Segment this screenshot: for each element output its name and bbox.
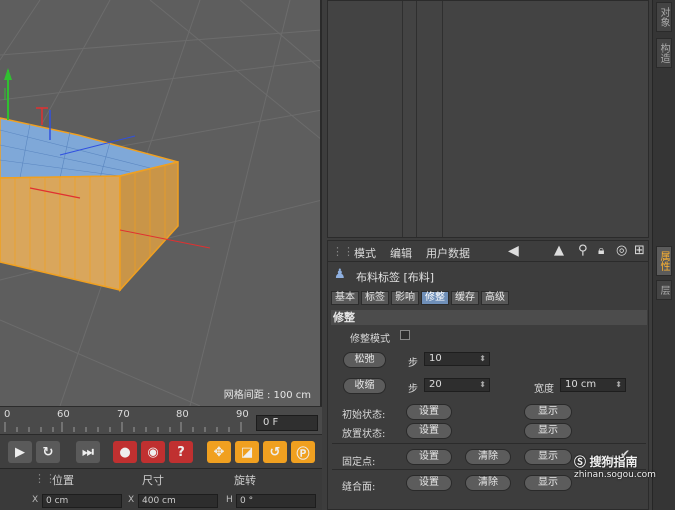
section-title: 修整 (331, 310, 647, 325)
init-set-button[interactable]: 设置 (406, 404, 452, 420)
coordinates-panel: ⋮⋮ 位置 尺寸 旋转 X 0 cm X 400 cm H 0 ° (0, 468, 322, 510)
tab-advanced[interactable]: 高级 (481, 291, 509, 305)
column-divider (402, 1, 403, 237)
fix-clear-button[interactable]: 清除 (465, 449, 511, 465)
relax-step-value: 10 (429, 353, 442, 364)
timeline-ruler[interactable]: 0 60 70 80 90 0 F (0, 406, 322, 434)
position-header: 位置 (52, 474, 74, 487)
tab-dresser[interactable]: 修整 (421, 291, 449, 305)
help-record-icon[interactable]: ? (169, 441, 193, 463)
go-to-end-icon[interactable]: ⏭ (76, 441, 100, 463)
rotate-key-icon[interactable]: ↺ (263, 441, 287, 463)
tick-label: 60 (57, 409, 70, 420)
h-axis-label: H (226, 495, 233, 505)
tab-influence[interactable]: 影响 (391, 291, 419, 305)
menu-mode[interactable]: 模式 (354, 245, 376, 261)
relax-button[interactable]: 松弛 (343, 352, 386, 368)
tab-layers[interactable]: 层 (656, 280, 672, 300)
transport-bar: ▶ ↻ ⏭ ● ◉ ? ✥ ◪ ↺ Ⓟ (0, 434, 322, 468)
fix-points-label: 固定点: (342, 457, 376, 468)
menu-edit[interactable]: 编辑 (390, 245, 412, 261)
spinner-icon[interactable]: ⬍ (615, 379, 622, 391)
watermark-brand: 搜狗指南 (589, 455, 638, 469)
rest-state-label: 放置状态: (342, 429, 386, 440)
tab-basic[interactable]: 基本 (331, 291, 359, 305)
grid-spacing-label: 网格间距 : 100 cm (220, 385, 314, 402)
relax-step-label: 步 (408, 358, 418, 369)
tick-label: 90 (236, 409, 249, 420)
width-value: 10 cm (565, 379, 597, 390)
rest-show-button[interactable]: 显示 (524, 423, 572, 439)
3d-viewport[interactable]: 网格间距 : 100 cm (0, 0, 322, 406)
grip-icon: ⋮⋮ (332, 245, 354, 258)
init-show-button[interactable]: 显示 (524, 404, 572, 420)
divider (332, 443, 646, 444)
pointer-up-icon[interactable]: ▲ (554, 243, 564, 258)
seam-show-button[interactable]: 显示 (524, 475, 572, 491)
shrink-step-field[interactable]: 20 ⬍ (424, 378, 490, 392)
fix-set-button[interactable]: 设置 (406, 449, 452, 465)
x-axis-label: X (128, 495, 135, 505)
column-divider (442, 1, 443, 237)
tab-cache[interactable]: 缓存 (451, 291, 479, 305)
x-size-field[interactable]: 400 cm (138, 494, 218, 508)
viewport-scene (0, 0, 320, 406)
back-arrow-icon[interactable]: ◀ (508, 243, 519, 259)
play-forward-icon[interactable]: ▶ (8, 441, 32, 463)
menu-user-data[interactable]: 用户数据 (426, 245, 470, 261)
rotation-header: 旋转 (234, 474, 256, 487)
width-field[interactable]: 10 cm ⬍ (560, 378, 626, 392)
dress-mode-checkbox[interactable] (400, 330, 410, 340)
side-tab-strip: 对象 构造 属性 层 (652, 0, 675, 510)
loop-icon[interactable]: ↻ (36, 441, 60, 463)
size-header: 尺寸 (142, 474, 164, 487)
relax-step-field[interactable]: 10 ⬍ (424, 352, 490, 366)
spinner-icon[interactable]: ⬍ (479, 379, 486, 391)
dress-mode-label: 修整模式 (350, 334, 390, 345)
shrink-button[interactable]: 收缩 (343, 378, 386, 394)
scale-key-icon[interactable]: ◪ (235, 441, 259, 463)
tick-label: 70 (117, 409, 130, 420)
rest-set-button[interactable]: 设置 (406, 423, 452, 439)
current-frame-field[interactable]: 0 F (256, 415, 318, 431)
object-manager[interactable] (327, 0, 649, 238)
seam-label: 缝合面: (342, 482, 376, 493)
width-label: 宽度 (534, 384, 554, 395)
autokey-icon[interactable]: ◉ (141, 441, 165, 463)
fix-show-button[interactable]: 显示 (524, 449, 572, 465)
tab-structure[interactable]: 构造 (656, 38, 672, 68)
timeline-ticks (4, 422, 242, 432)
watermark: Ⓢ 搜狗指南 zhinan.sogou.com (574, 453, 656, 480)
x-axis-label: X (32, 495, 39, 505)
h-rotation-field[interactable]: 0 ° (236, 494, 316, 508)
shrink-step-value: 20 (429, 379, 442, 390)
tag-title: 布料标签 [布料] (356, 271, 435, 284)
new-panel-icon[interactable]: ⊞ (634, 243, 645, 258)
x-position-field[interactable]: 0 cm (42, 494, 122, 508)
spinner-icon[interactable]: ⬍ (479, 353, 486, 365)
cloth-tag-icon: ♟ (334, 267, 346, 282)
tick-label: 0 (4, 409, 11, 420)
shrink-step-label: 步 (408, 384, 418, 395)
sogou-logo-icon: Ⓢ (574, 455, 587, 469)
init-state-label: 初始状态: (342, 410, 386, 421)
tick-label: 80 (176, 409, 189, 420)
tab-objects[interactable]: 对象 (656, 2, 672, 32)
watermark-url: zhinan.sogou.com (574, 470, 656, 480)
search-icon[interactable]: ⚲ (578, 243, 588, 258)
divider (328, 261, 648, 262)
lock-icon[interactable]: 🔒︎ (598, 243, 604, 258)
move-key-icon[interactable]: ✥ (207, 441, 231, 463)
column-divider (416, 1, 417, 237)
seam-set-button[interactable]: 设置 (406, 475, 452, 491)
tab-attributes[interactable]: 属性 (656, 246, 672, 276)
target-icon[interactable]: ◎ (616, 243, 627, 258)
param-key-icon[interactable]: Ⓟ (291, 441, 315, 463)
record-icon[interactable]: ● (113, 441, 137, 463)
seam-clear-button[interactable]: 清除 (465, 475, 511, 491)
tab-tag[interactable]: 标签 (361, 291, 389, 305)
